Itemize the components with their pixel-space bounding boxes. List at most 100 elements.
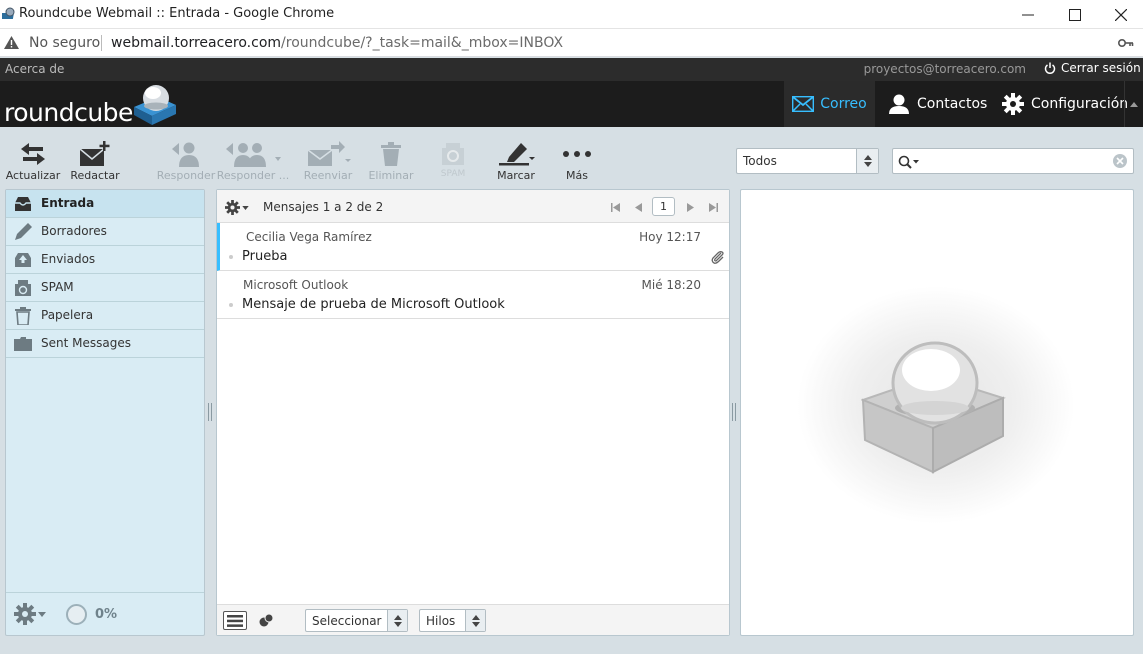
maximize-button[interactable] [1052,0,1098,29]
spam-button[interactable]: SPAM [432,140,474,184]
message-list: Mensajes 1 a 2 de 2 1 Cecilia Vega Ramír… [216,189,730,636]
threads-label: Hilos [426,614,456,628]
unread-dot-icon[interactable] [229,255,233,259]
quota-value: 0% [95,607,118,622]
key-icon[interactable] [1118,37,1134,49]
nav-contacts[interactable]: Contactos [888,81,987,127]
prev-page-button[interactable] [632,198,644,216]
window-title: Roundcube Webmail :: Entrada - Google Ch… [19,6,335,21]
list-view-button[interactable] [223,611,247,630]
threads-toggle-button[interactable] [258,612,274,631]
threads-dropdown[interactable]: Hilos [419,609,486,632]
reply-all-icon [226,143,281,167]
reply-button[interactable]: Responder [157,140,215,184]
refresh-button[interactable]: Actualizar [6,140,60,184]
last-page-button[interactable] [707,198,719,216]
message-subject: Prueba [242,249,288,264]
mark-button[interactable]: Marcar [494,140,538,184]
last-page-icon [708,202,718,212]
close-window-button[interactable] [1098,0,1143,29]
unread-dot-icon[interactable] [229,303,233,307]
chevron-down-icon [242,205,249,210]
chevron-down-icon [38,611,46,617]
first-page-button[interactable] [609,198,621,216]
nav-contacts-label: Contactos [917,96,988,112]
filter-value: Todos [743,154,777,168]
collapse-header-button[interactable] [1124,81,1143,127]
folder-sent-messages[interactable]: Sent Messages [6,330,204,358]
forward-button[interactable]: Reenviar [302,140,354,184]
nav-settings[interactable]: Configuración [1002,81,1128,127]
delete-button[interactable]: Eliminar [368,140,414,184]
list-options-button[interactable] [225,200,249,215]
compose-button[interactable]: Redactar [70,140,120,184]
message-list-header: Mensajes 1 a 2 de 2 1 [217,190,729,223]
more-dots-icon [563,151,591,157]
url-path: /roundcube/?_task=mail&_mbox=INBOX [281,35,564,51]
folder-actions-button[interactable] [14,603,46,625]
header: roundcube Correo Contactos Configuración [0,81,1143,127]
folder-trash[interactable]: Papelera [6,302,204,330]
spam-icon [442,143,464,165]
trash-icon [381,142,401,166]
chevron-left-icon [634,202,642,212]
topline: Acerca de proyectos@torreacero.com Cerra… [0,58,1143,81]
search-options-icon[interactable] [898,154,922,173]
paperclip-icon [711,249,725,268]
message-row[interactable]: Cecilia Vega Ramírez Hoy 12:17 Prueba [217,223,729,271]
forward-icon [307,141,351,166]
folder-name: Enviados [41,252,96,266]
inbox-icon [14,195,32,213]
reply-icon [172,142,199,167]
first-page-icon [610,202,620,212]
quota-circle-icon [66,604,87,625]
message-from: Cecilia Vega Ramírez [246,230,372,244]
message-date: Hoy 12:17 [639,230,701,244]
window-titlebar: Roundcube Webmail :: Entrada - Google Ch… [0,0,1143,29]
chevron-right-icon [686,202,694,212]
logout-button[interactable]: Cerrar sesión [1044,61,1141,75]
select-arrows-icon [387,610,407,631]
nav-mail[interactable]: Correo [784,81,875,127]
message-from: Microsoft Outlook [243,278,349,292]
about-link[interactable]: Acerca de [5,62,64,76]
mark-label: Marcar [497,169,535,182]
list-splitter[interactable] [732,403,736,421]
search-box [892,148,1134,174]
envelope-icon [792,96,815,112]
sent-icon [14,251,32,269]
folder-sent[interactable]: Enviados [6,246,204,274]
pencil-icon [14,223,32,241]
search-clear-icon[interactable] [1113,154,1127,168]
marker-icon [499,143,535,166]
select-dropdown[interactable]: Seleccionar [305,609,408,632]
address-separator [101,35,102,51]
page-number[interactable]: 1 [652,197,675,216]
folder-inbox[interactable]: Entrada [6,190,204,218]
folder-list: Entrada Borradores Enviados SPAM Papeler… [5,189,205,636]
select-arrows-icon [856,149,878,173]
filter-select[interactable]: Todos [736,148,879,174]
url-text[interactable]: webmail.torreacero.com/roundcube/?_task=… [111,35,563,51]
folder-spam[interactable]: SPAM [6,274,204,302]
folder-name: Borradores [41,224,107,238]
security-status[interactable]: No seguro [29,35,100,51]
next-page-button[interactable] [684,198,696,216]
address-bar[interactable]: No seguro webmail.torreacero.com/roundcu… [0,29,1143,57]
folder-name: Entrada [41,196,95,210]
gear-icon [225,200,240,215]
select-arrows-icon [465,610,485,631]
maximize-icon [1069,8,1081,21]
message-row[interactable]: Microsoft Outlook Mié 18:20 Mensaje de p… [217,271,729,319]
logo[interactable]: roundcube [4,84,180,127]
gear-icon [14,603,36,625]
more-button[interactable]: Más [558,140,596,184]
minimize-button[interactable] [1005,0,1051,29]
logo-text: roundcube [4,98,133,127]
folder-drafts[interactable]: Borradores [6,218,204,246]
reply-all-button[interactable]: Responder ... [217,140,289,184]
search-input[interactable] [923,152,1103,170]
folder-splitter[interactable] [208,403,212,421]
message-date: Mié 18:20 [641,278,701,292]
folder-list-footer: 0% [6,592,204,635]
